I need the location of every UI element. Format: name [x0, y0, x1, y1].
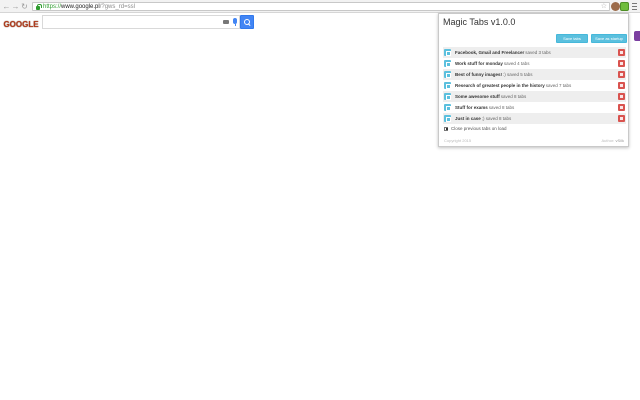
trash-icon[interactable]: [618, 104, 625, 111]
hamburger-menu-icon[interactable]: [631, 2, 638, 11]
extension-avatar-icon[interactable]: [611, 2, 620, 11]
microphone-icon[interactable]: [233, 18, 237, 26]
author-prefix: Author:: [601, 138, 615, 143]
session-tab-count: saved 8 tabs: [500, 94, 527, 99]
author-credit: Author: vSilk: [602, 138, 624, 143]
session-tab-count: saved 8 tabs: [488, 105, 515, 110]
session-name: Facebook, Gmail and Freelancer: [455, 50, 525, 55]
list-item[interactable]: Facebook, Gmail and Freelancer saved 3 t…: [443, 47, 626, 58]
list-item[interactable]: Work stuff for monday saved 4 tabs: [443, 58, 626, 69]
google-doodle-logo[interactable]: GOOGLE: [3, 18, 38, 30]
save-tabs-button[interactable]: Save tabs: [556, 34, 588, 43]
session-name: Best of funny images!: [455, 72, 503, 77]
list-item[interactable]: Best of funny images! :) saved 5 tabs: [443, 69, 626, 80]
open-session-icon[interactable]: [444, 49, 451, 56]
open-session-icon[interactable]: [444, 115, 451, 122]
list-item[interactable]: Some awesome stuff saved 8 tabs: [443, 91, 626, 102]
url-host: www.google.pl: [61, 3, 100, 10]
url-path: /?gws_rd=ssl: [99, 3, 135, 10]
search-button[interactable]: [240, 15, 254, 29]
trash-icon[interactable]: [618, 93, 625, 100]
reload-icon[interactable]: ↻: [20, 1, 29, 12]
browser-toolbar: ← → ↻ https:// www.google.pl /?gws_rd=ss…: [0, 0, 640, 13]
session-name: Research of greatest people in the histo…: [455, 83, 545, 88]
session-tab-count: saved 4 tabs: [503, 61, 530, 66]
save-as-startup-button[interactable]: Save as startup: [591, 34, 627, 43]
back-arrow-icon[interactable]: ←: [2, 1, 11, 12]
open-session-icon[interactable]: [444, 93, 451, 100]
forward-arrow-icon[interactable]: →: [11, 1, 20, 12]
list-item[interactable]: Just in case ;) saved 8 tabs: [443, 113, 626, 124]
session-name: Work stuff for monday: [455, 61, 503, 66]
keyboard-icon[interactable]: [223, 20, 229, 24]
open-session-icon[interactable]: [444, 71, 451, 78]
open-session-icon[interactable]: [444, 82, 451, 89]
popup-title: Magic Tabs v1.0.0: [443, 17, 516, 27]
magic-tabs-popup: Magic Tabs v1.0.0 Save tabs Save as star…: [438, 13, 629, 147]
bookmark-star-icon[interactable]: ☆: [601, 3, 607, 11]
session-tab-count: saved 3 tabs: [525, 50, 551, 55]
list-item[interactable]: Stuff for exams saved 8 tabs: [443, 102, 626, 113]
side-tab-icon[interactable]: [634, 31, 640, 41]
open-session-icon[interactable]: [444, 60, 451, 67]
session-list: Facebook, Gmail and Freelancer saved 3 t…: [443, 47, 626, 124]
close-previous-option[interactable]: Close previous tabs on load: [444, 126, 507, 131]
copyright-text: Copyright 2015: [444, 138, 472, 143]
session-tab-count: saved 7 tabs: [545, 83, 572, 88]
lock-icon: [35, 3, 42, 10]
address-bar[interactable]: https:// www.google.pl /?gws_rd=ssl ☆: [32, 2, 610, 11]
trash-icon[interactable]: [618, 115, 625, 122]
session-name: Stuff for exams: [455, 105, 488, 110]
author-link[interactable]: vSilk: [616, 138, 624, 143]
trash-icon[interactable]: [618, 60, 625, 67]
trash-icon[interactable]: [618, 71, 625, 78]
trash-icon[interactable]: [618, 49, 625, 56]
list-item[interactable]: Research of greatest people in the histo…: [443, 80, 626, 91]
close-previous-checkbox[interactable]: [444, 126, 448, 131]
session-name: Some awesome stuff: [455, 94, 500, 99]
trash-icon[interactable]: [618, 82, 625, 89]
open-session-icon[interactable]: [444, 104, 451, 111]
magic-tabs-extension-icon[interactable]: [620, 2, 629, 11]
url-scheme: https://: [43, 3, 62, 10]
session-name: Just in case: [455, 116, 481, 121]
search-input[interactable]: [42, 15, 240, 29]
session-tab-count: ;) saved 8 tabs: [481, 116, 512, 121]
session-tab-count: :) saved 5 tabs: [503, 72, 533, 77]
search-icon: [243, 18, 251, 26]
close-previous-label: Close previous tabs on load: [451, 126, 507, 131]
